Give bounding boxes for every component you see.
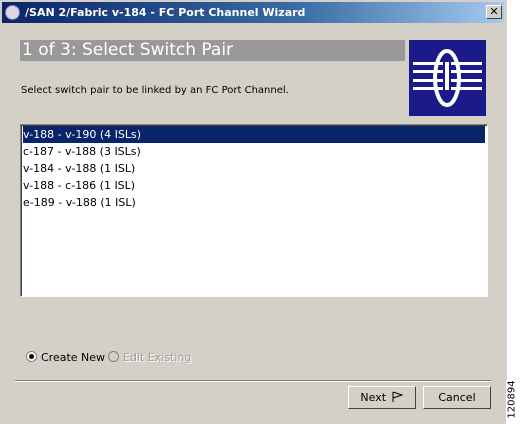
fabric-logo-icon: [409, 40, 486, 116]
app-icon: [5, 5, 20, 20]
edit-existing-label: Edit Existing: [123, 351, 192, 364]
instruction-text: Select switch pair to be linked by an FC…: [21, 85, 289, 96]
figure-code-text: 120894: [506, 380, 518, 419]
cancel-button[interactable]: Cancel: [423, 386, 491, 409]
button-separator: [15, 380, 491, 382]
step-title: 1 of 3: Select Switch Pair: [22, 40, 234, 60]
list-item[interactable]: c-187 - v-188 (3 ISLs): [23, 143, 485, 160]
title-bar[interactable]: /SAN 2/Fabric v-184 - FC Port Channel Wi…: [2, 2, 504, 23]
create-new-radio[interactable]: [26, 351, 37, 362]
edit-existing-radio: [108, 351, 119, 362]
wizard-window: /SAN 2/Fabric v-184 - FC Port Channel Wi…: [0, 0, 507, 424]
flag-arrow-icon: [392, 391, 404, 402]
list-item[interactable]: v-188 - v-190 (4 ISLs): [23, 126, 485, 143]
window-title: /SAN 2/Fabric v-184 - FC Port Channel Wi…: [25, 6, 306, 19]
logo-graphic: [409, 40, 486, 116]
step-header: 1 of 3: Select Switch Pair: [20, 40, 405, 61]
create-new-label[interactable]: Create New: [41, 351, 105, 364]
switch-pair-list[interactable]: v-188 - v-190 (4 ISLs) c-187 - v-188 (3 …: [20, 124, 488, 297]
radio-selected-dot: [29, 354, 34, 359]
next-label: Next: [360, 391, 387, 404]
close-button[interactable]: ✕: [486, 5, 502, 19]
next-button[interactable]: Next: [348, 386, 416, 409]
figure-code: 120894: [506, 380, 520, 424]
list-item[interactable]: v-188 - c-186 (1 ISL): [23, 177, 485, 194]
list-item[interactable]: e-189 - v-188 (1 ISL): [23, 194, 485, 211]
list-item[interactable]: v-184 - v-188 (1 ISL): [23, 160, 485, 177]
